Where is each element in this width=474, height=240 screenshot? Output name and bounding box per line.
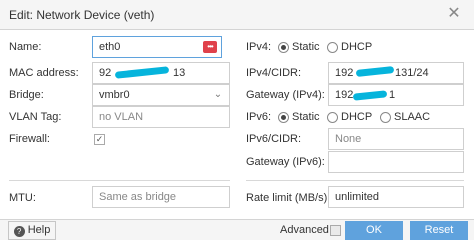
help-label: Help [27,224,51,236]
close-icon[interactable]: ✕ [445,5,463,23]
ipv4-cidr-label: IPv4/CIDR: [246,67,302,79]
divider-right [246,180,464,181]
reset-button[interactable]: Reset [410,221,468,240]
ipv6-static-label: Static [292,111,320,123]
reset-label: Reset [424,224,454,236]
gateway-ipv6-label: Gateway (IPv6): [246,156,325,168]
mac-address-value-end: 13 [173,67,186,79]
mtu-placeholder: Same as bridge [99,191,177,203]
ipv6-dhcp-label: DHCP [341,111,373,123]
ipv4-static-label: Static [292,41,320,53]
bridge-label: Bridge: [9,89,44,101]
gateway-ipv4-input[interactable]: 192 1 [328,84,464,106]
rate-limit-label: Rate limit (MB/s): [246,192,331,204]
ipv6-slaac-radio[interactable] [380,112,391,123]
mtu-label: MTU: [9,192,36,204]
name-label: Name: [9,41,42,53]
ipv6-cidr-input[interactable]: None [328,128,464,150]
bridge-value: vmbr0 [99,89,130,101]
rate-limit-input[interactable]: unlimited [328,186,464,208]
ipv6-static-radio[interactable] [278,112,289,123]
ipv6-dhcp-radio[interactable] [327,112,338,123]
help-icon: ? [13,226,25,237]
ipv6-cidr-value: None [335,133,362,145]
ipv4-dhcp-radio[interactable] [327,42,338,53]
redaction-mark [355,66,395,77]
advanced-checkbox[interactable] [330,225,341,236]
help-button[interactable]: ? Help [8,221,56,240]
mac-address-label: MAC address: [9,67,79,79]
window-title: Edit: Network Device (veth) [9,8,155,22]
password-manager-icon[interactable]: ••• [203,41,217,53]
name-input[interactable]: eth0 ••• [92,36,222,58]
ipv4-cidr-value-end: 131/24 [395,67,429,79]
ipv6-label: IPv6: [246,111,272,123]
redaction-mark [114,66,170,79]
mac-address-value-start: 92 [99,67,112,79]
chevron-down-icon[interactable]: ⌄ [211,85,225,105]
mac-address-input[interactable]: 92 13 [92,62,230,84]
divider-left [9,180,230,181]
gateway-ipv4-value-end: 1 [389,89,396,101]
gateway-ipv6-input[interactable] [328,151,464,173]
ipv6-cidr-label: IPv6/CIDR: [246,133,302,145]
window-titlebar: Edit: Network Device (veth) ✕ [0,0,474,30]
ipv4-cidr-value-start: 192 [335,67,354,79]
ok-button[interactable]: OK [345,221,403,240]
rate-limit-placeholder: unlimited [335,191,380,203]
ok-label: OK [366,224,382,236]
vlan-tag-input[interactable]: no VLAN [92,106,230,128]
advanced-label: Advanced [280,224,329,236]
ipv4-dhcp-label: DHCP [341,41,373,53]
ipv4-cidr-input[interactable]: 192 131/24 [328,62,464,84]
ipv4-static-radio[interactable] [278,42,289,53]
ipv6-slaac-label: SLAAC [394,111,431,123]
gateway-ipv4-value-start: 192 [335,89,354,101]
gateway-ipv4-label: Gateway (IPv4): [246,89,325,101]
dialog-footer: ? Help Advanced OK Reset [0,219,474,240]
mtu-input[interactable]: Same as bridge [92,186,230,208]
ipv4-label: IPv4: [246,41,272,53]
firewall-checkbox[interactable]: ✓ [94,134,105,145]
redaction-mark [352,90,388,101]
bridge-select[interactable]: vmbr0 ⌄ [92,84,230,106]
vlan-tag-label: VLAN Tag: [9,111,62,123]
name-value: eth0 [99,41,121,53]
vlan-tag-placeholder: no VLAN [99,111,144,123]
firewall-label: Firewall: [9,133,50,145]
